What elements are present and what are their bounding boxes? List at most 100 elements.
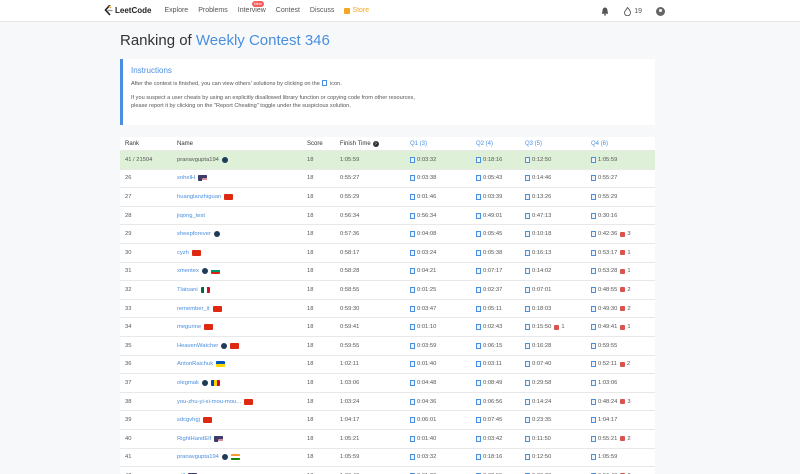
q3-time[interactable]: 0:14:24: [525, 393, 551, 411]
q3-time[interactable]: 0:06:23: [525, 467, 551, 474]
q2-time[interactable]: 0:02:43: [476, 318, 502, 336]
q2-time[interactable]: 0:05:38: [476, 244, 502, 262]
q1-time[interactable]: 0:01:10: [410, 318, 436, 336]
q4-time[interactable]: 0:55:27: [591, 170, 617, 188]
q2-time[interactable]: 0:06:56: [476, 393, 502, 411]
solution-doc-icon[interactable]: [525, 454, 530, 461]
nav-explore[interactable]: Explore: [164, 7, 188, 14]
q2-time[interactable]: 0:18:16: [476, 151, 502, 169]
username-link[interactable]: huanglanzhiguan: [177, 194, 221, 200]
solution-doc-icon[interactable]: [476, 286, 481, 293]
solution-doc-icon[interactable]: [476, 212, 481, 219]
solution-doc-icon[interactable]: [525, 305, 530, 312]
solution-doc-icon[interactable]: [410, 156, 415, 163]
username-link[interactable]: sheepforever: [177, 231, 211, 237]
solution-doc-icon[interactable]: [476, 454, 481, 461]
q3-time[interactable]: 0:11:50: [525, 430, 551, 448]
q1-time[interactable]: 0:01:40: [410, 430, 436, 448]
q4-time[interactable]: 0:52:11 2: [591, 356, 630, 374]
q2-time[interactable]: 0:05:45: [476, 225, 502, 243]
nav-contest[interactable]: Contest: [276, 7, 300, 14]
solution-doc-icon[interactable]: [591, 454, 596, 461]
solution-doc-icon[interactable]: [476, 398, 481, 405]
contest-name-link[interactable]: Weekly Contest 346: [196, 32, 330, 49]
q1-time[interactable]: 0:04:36: [410, 393, 436, 411]
solution-doc-icon[interactable]: [525, 398, 530, 405]
solution-doc-icon[interactable]: [525, 379, 530, 386]
q3-time[interactable]: 0:13:26: [525, 188, 551, 206]
q4-time[interactable]: 0:53:28 1: [591, 263, 631, 281]
username-link[interactable]: you-zhu-yi-si-mou-mou...: [177, 399, 241, 405]
solution-doc-icon[interactable]: [525, 268, 530, 275]
solution-doc-icon[interactable]: [591, 435, 596, 442]
solution-doc-icon[interactable]: [591, 342, 596, 349]
q1-time[interactable]: 0:03:32: [410, 449, 436, 467]
q1-time[interactable]: 0:56:34: [410, 207, 436, 225]
solution-doc-icon[interactable]: [591, 231, 596, 238]
header-q1[interactable]: Q1 (3): [410, 137, 427, 150]
solution-doc-icon[interactable]: [410, 286, 415, 293]
q1-time[interactable]: 0:03:38: [410, 170, 436, 188]
q3-time[interactable]: 0:15:50 1: [525, 318, 565, 336]
q4-time[interactable]: 0:55:29: [591, 188, 617, 206]
solution-doc-icon[interactable]: [410, 454, 415, 461]
solution-doc-icon[interactable]: [525, 324, 530, 331]
username-link[interactable]: xmentex: [177, 268, 199, 274]
solution-doc-icon[interactable]: [476, 193, 481, 200]
q4-time[interactable]: 1:04:17: [591, 411, 617, 429]
solution-doc-icon[interactable]: [410, 231, 415, 238]
solution-doc-icon[interactable]: [410, 212, 415, 219]
solution-doc-icon[interactable]: [476, 435, 481, 442]
nav-store[interactable]: Store: [344, 7, 369, 14]
q2-time[interactable]: 0:05:11: [476, 300, 502, 318]
username-link[interactable]: remember_it: [177, 306, 210, 312]
q4-time[interactable]: 0:49:41 1: [591, 318, 631, 336]
q1-time[interactable]: 0:03:59: [410, 337, 436, 355]
solution-doc-icon[interactable]: [591, 361, 596, 368]
username-link[interactable]: AntonRaichuk: [177, 361, 213, 367]
username-link[interactable]: sohelH: [177, 175, 195, 181]
solution-doc-icon[interactable]: [525, 193, 530, 200]
q1-time[interactable]: 0:03:32: [410, 151, 436, 169]
q4-time[interactable]: 0:30:16: [591, 207, 617, 225]
q2-time[interactable]: 0:18:16: [476, 449, 502, 467]
solution-doc-icon[interactable]: [476, 249, 481, 256]
solution-doc-icon[interactable]: [410, 417, 415, 424]
solution-doc-icon[interactable]: [410, 361, 415, 368]
username-link[interactable]: HeavenWatcher: [177, 343, 218, 349]
solution-doc-icon[interactable]: [525, 435, 530, 442]
coin-count[interactable]: 19: [634, 8, 642, 15]
solution-doc-icon[interactable]: [525, 361, 530, 368]
nav-interview[interactable]: Interview New: [238, 1, 266, 14]
solution-doc-icon[interactable]: [410, 193, 415, 200]
solution-doc-icon[interactable]: [591, 286, 596, 293]
q1-time[interactable]: 0:04:48: [410, 374, 436, 392]
username-link[interactable]: megurine: [177, 324, 201, 330]
username-link[interactable]: pranavgupta194: [177, 454, 219, 460]
q1-time[interactable]: 0:01:46: [410, 188, 436, 206]
q1-time[interactable]: 0:01:40: [410, 356, 436, 374]
q2-time[interactable]: 0:03:11: [476, 356, 502, 374]
q1-time[interactable]: 0:01:20: [410, 467, 436, 474]
solution-doc-icon[interactable]: [525, 175, 530, 182]
solution-doc-icon[interactable]: [591, 324, 596, 331]
q2-time[interactable]: 0:07:17: [476, 263, 502, 281]
user-avatar-icon[interactable]: [656, 6, 665, 16]
solution-doc-icon[interactable]: [410, 324, 415, 331]
help-icon[interactable]: ?: [372, 140, 379, 147]
solution-doc-icon[interactable]: [410, 249, 415, 256]
username-link[interactable]: pranavgupta194: [177, 157, 219, 163]
solution-doc-icon[interactable]: [410, 398, 415, 405]
username-link[interactable]: Tlatoani: [177, 287, 198, 293]
q2-time[interactable]: 0:02:37: [476, 281, 502, 299]
solution-doc-icon[interactable]: [525, 231, 530, 238]
q4-time[interactable]: 0:48:55 2: [591, 281, 631, 299]
q3-time[interactable]: 0:16:28: [525, 337, 551, 355]
solution-doc-icon[interactable]: [525, 156, 530, 163]
q1-time[interactable]: 0:04:08: [410, 225, 436, 243]
q4-time[interactable]: 0:56:402: [591, 467, 631, 474]
username-link[interactable]: cyzh: [177, 250, 189, 256]
nav-problems[interactable]: Problems: [198, 7, 228, 14]
solution-doc-icon[interactable]: [476, 361, 481, 368]
q2-time[interactable]: 0:02:55: [476, 467, 502, 474]
